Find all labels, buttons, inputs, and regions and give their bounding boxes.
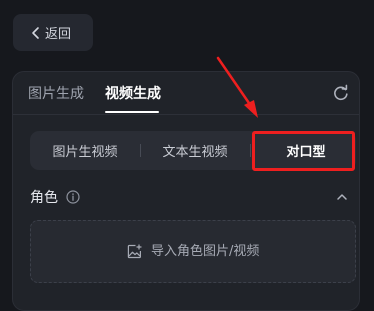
active-tab-indicator <box>105 111 159 113</box>
image-add-icon <box>127 244 142 259</box>
refresh-icon[interactable] <box>332 84 350 102</box>
chevron-left-icon <box>32 26 39 39</box>
info-icon[interactable] <box>66 190 80 204</box>
tab-image-generation[interactable]: 图片生成 <box>28 85 84 103</box>
segment-divider <box>250 144 251 157</box>
annotation-highlight-box <box>252 131 355 171</box>
subtab-text-to-video[interactable]: 文本生视频 <box>140 131 250 170</box>
role-upload-area[interactable]: 导入角色图片/视频 <box>30 220 356 283</box>
back-button[interactable]: 返回 <box>13 14 93 51</box>
role-section-title: 角色 <box>30 190 58 206</box>
tab-video-generation[interactable]: 视频生成 <box>105 85 161 103</box>
chevron-up-icon[interactable] <box>335 190 349 204</box>
upload-label: 导入角色图片/视频 <box>151 244 260 259</box>
subtab-image-to-video[interactable]: 图片生视频 <box>30 131 140 170</box>
tab-divider <box>13 114 359 115</box>
generation-panel: 图片生成 视频生成 图片生视频 文本生视频 对口型 角色 导入角色图片/视频 <box>12 71 360 311</box>
back-button-label: 返回 <box>45 27 72 42</box>
